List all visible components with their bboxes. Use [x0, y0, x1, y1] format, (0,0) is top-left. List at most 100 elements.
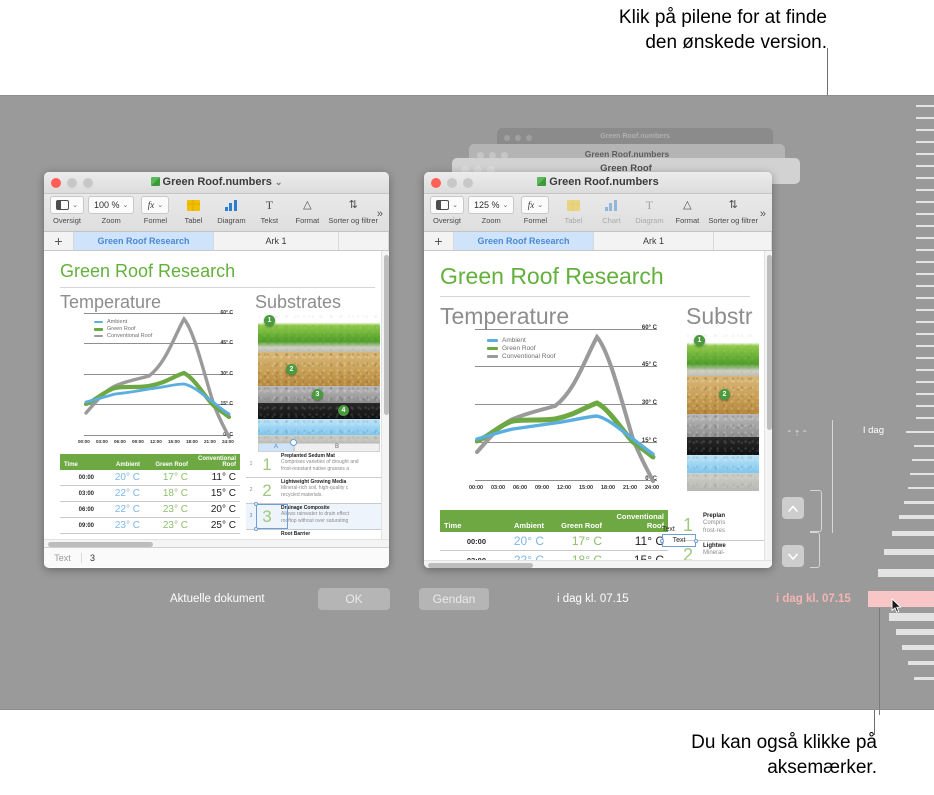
substrate-strip-soil[interactable]: 2	[687, 376, 759, 414]
left-window-titlebar[interactable]: Green Roof.numbers ⌄	[44, 172, 389, 194]
text-icon[interactable]: T	[635, 196, 663, 214]
toolbar-overflow-button[interactable]: »	[760, 208, 766, 220]
timeline-tick[interactable]	[916, 225, 934, 227]
timeline-tick[interactable]	[916, 105, 934, 107]
timeline-tick[interactable]	[899, 515, 934, 519]
resize-handle-tl[interactable]	[254, 502, 258, 506]
timeline-tick[interactable]	[916, 141, 934, 143]
list-item[interactable]: 1 1 Preplanted Sedum Mat Comprises varie…	[246, 452, 381, 478]
zoom-percent-button[interactable]: 125 % ⌄	[468, 196, 515, 214]
cell-time[interactable]: 09:00	[60, 517, 98, 534]
timeline-tick[interactable]	[916, 321, 934, 323]
substrate-badge-1[interactable]: 1	[694, 335, 705, 346]
toolbar-item-oversigt[interactable]: ⌄ Oversigt	[50, 196, 84, 225]
substrate-strip-grass[interactable]: 1	[258, 314, 380, 352]
sheet-tab-green-roof-research[interactable]: Green Roof Research	[454, 232, 594, 250]
left-window-sheet-tabs[interactable]: + Green Roof Research Ark 1	[44, 232, 389, 251]
substrate-strips-left[interactable]: 1 2 3 4	[258, 314, 380, 445]
toolbar-item-diagram[interactable]: T Diagram	[632, 196, 666, 226]
substrate-strip-gravel[interactable]: 3	[258, 386, 380, 403]
substrate-strip-gravel[interactable]	[687, 414, 759, 437]
timeline-tick[interactable]	[916, 177, 934, 179]
substrate-strip-membrane[interactable]	[687, 455, 759, 473]
table-icon[interactable]	[559, 196, 587, 214]
timeline-tick[interactable]	[916, 393, 934, 395]
restore-button[interactable]: Gendan	[419, 588, 489, 610]
timeline-tick[interactable]	[916, 417, 934, 419]
row-header-3[interactable]: 3	[246, 505, 256, 529]
cell-green-roof[interactable]: 23° C	[144, 517, 192, 534]
right-window-sheet-tabs[interactable]: + Green Roof Research Ark 1	[424, 232, 772, 251]
left-window-vertical-scrollbar[interactable]	[381, 251, 389, 547]
table-row[interactable]: 00:00 20° C 17° C 11° C	[440, 532, 668, 551]
row-header-2[interactable]: 2	[246, 479, 256, 503]
toolbar-item-zoom[interactable]: 100 % ⌄ Zoom	[88, 196, 135, 225]
row-header-1[interactable]: 1	[246, 453, 256, 477]
timeline-tick[interactable]	[914, 677, 934, 680]
substrate-column-headers[interactable]: A B	[258, 443, 380, 452]
toolbar-item-formel[interactable]: fx ⌄ Formel	[518, 196, 552, 225]
cell-time[interactable]: 06:00	[60, 501, 98, 518]
substrate-badge-4[interactable]: 4	[338, 405, 349, 416]
cell-green-roof[interactable]: 23° C	[144, 501, 192, 518]
substrate-strip-grass[interactable]: 1	[687, 333, 759, 376]
toolbar-item-tabel[interactable]: Tabel	[556, 196, 590, 225]
cell-ambient[interactable]: 20° C	[98, 470, 144, 486]
toolbar-item-formel[interactable]: fx ⌄ Formel	[138, 196, 172, 225]
temperature-table-left[interactable]: Time Ambient Green Roof Conventional Roo…	[60, 454, 240, 534]
timeline-tick[interactable]	[892, 531, 934, 536]
timeline-tick[interactable]	[916, 213, 934, 215]
timeline-tick[interactable]	[916, 369, 934, 371]
right-window-horizontal-scrollbar[interactable]	[424, 560, 772, 568]
left-window-canvas[interactable]: Green Roof Research Temperature 60° C 45…	[44, 251, 389, 547]
table-row[interactable]: 06:00 22° C 23° C 20° C	[60, 501, 240, 518]
sidebar-icon[interactable]: ⌄	[50, 196, 84, 214]
timeline-tick[interactable]	[916, 261, 934, 263]
right-window-titlebar[interactable]: Green Roof.numbers	[424, 172, 772, 194]
timeline-tick[interactable]	[916, 165, 934, 167]
chevron-down-icon[interactable]: ⌄	[275, 177, 283, 187]
substrate-badge-2[interactable]: 2	[719, 389, 730, 400]
cell-time[interactable]: 00:00	[60, 470, 98, 486]
timeline-tick[interactable]	[908, 661, 934, 665]
timeline-tick[interactable]	[916, 201, 934, 203]
timeline-tick[interactable]	[889, 613, 934, 621]
table-row[interactable]: 00:00 20° C 17° C 11° C	[60, 470, 240, 486]
cell-conventional-roof[interactable]: 11° C	[192, 470, 240, 486]
timeline-tick[interactable]	[916, 273, 934, 275]
table-row[interactable]: 09:00 23° C 23° C 25° C	[60, 517, 240, 534]
timeline-tick[interactable]	[916, 405, 934, 407]
left-window-toolbar[interactable]: ⌄ Oversigt 100 % ⌄ Zoom fx ⌄ Formel Tabel	[44, 194, 389, 232]
right-document-window[interactable]: Green Roof.numbers ⌄ Oversigt 125 % ⌄ Zoo…	[424, 172, 772, 568]
format-brush-icon[interactable]: △	[673, 196, 701, 214]
timeline-tick[interactable]	[916, 345, 934, 347]
right-window-toolbar[interactable]: ⌄ Oversigt 125 % ⌄ Zoom fx ⌄ Formel Tabel	[424, 194, 772, 232]
substrate-strip-blackmat[interactable]: 4	[258, 403, 380, 419]
timeline-tick[interactable]	[916, 333, 934, 335]
toolbar-item-sorter-og-filtrer[interactable]: ⇅ Sorter og filtrer	[708, 196, 758, 225]
toolbar-overflow-button[interactable]: »	[377, 208, 383, 220]
substrate-strip-blackmat[interactable]	[687, 437, 759, 455]
zoom-percent-button[interactable]: 100 % ⌄	[88, 196, 135, 214]
cell-green-roof[interactable]: 17° C	[144, 470, 192, 486]
substrate-strips-right[interactable]: 1 2	[687, 333, 759, 491]
substrate-badge-1[interactable]: 1	[264, 315, 275, 326]
horizontal-scrollbar-thumb[interactable]	[48, 541, 153, 547]
left-window-horizontal-scrollbar[interactable]	[44, 539, 389, 547]
cell-conventional-roof[interactable]: 25° C	[192, 517, 240, 534]
temperature-chart-right[interactable]: 60° C 45° C 30° C 15° C 0° C Ambient Gre…	[442, 325, 659, 509]
fx-icon[interactable]: fx ⌄	[521, 196, 550, 214]
list-item[interactable]: 2 2 Lightweight Growing Media Mineral-ri…	[246, 478, 381, 504]
left-window-formula-bar[interactable]: Text 3	[44, 547, 389, 567]
toolbar-item-tekst[interactable]: T Tekst	[252, 196, 286, 226]
temperature-chart-left[interactable]: 60° C 45° C 30° C 15° C 0° C Ambient Gre…	[58, 310, 234, 458]
timeline-tick[interactable]	[916, 129, 934, 131]
substrate-strip-concrete[interactable]	[687, 473, 759, 491]
toolbar-item-chart[interactable]: Chart	[594, 196, 628, 225]
substrate-strip-soil[interactable]: 2	[258, 352, 380, 386]
cell-conventional-roof[interactable]: 20° C	[192, 501, 240, 518]
fx-icon[interactable]: fx ⌄	[141, 196, 170, 214]
formula-bar-value[interactable]: 3	[82, 553, 95, 563]
resize-handle-left[interactable]	[660, 539, 664, 543]
table-row[interactable]: 03:00 22° C 18° C 15° C	[60, 485, 240, 502]
